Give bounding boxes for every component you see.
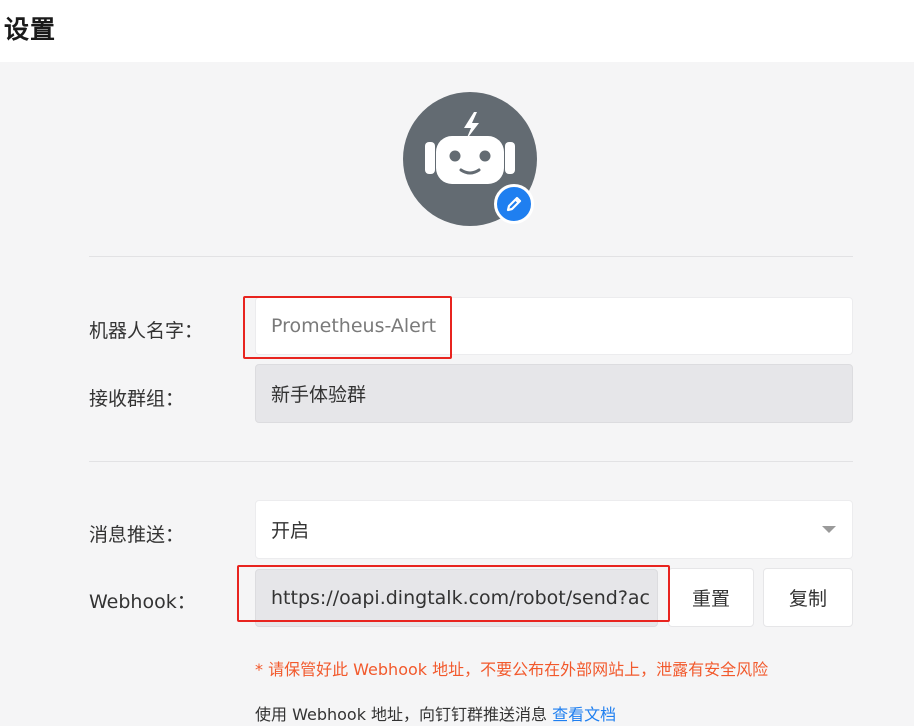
receive-group-value: 新手体验群 [271, 384, 367, 406]
webhook-url-value: https://oapi.dingtalk.com/robot/send?ac [271, 587, 651, 609]
view-docs-link[interactable]: 查看文档 [552, 705, 616, 724]
webhook-label: Webhook： [89, 591, 196, 613]
webhook-hint-text: 使用 Webhook 地址，向钉钉群推送消息 [255, 705, 548, 724]
settings-panel: 机器人名字： 接收群组： 新手体验群 消息推送： 开启 Webhook： htt… [0, 62, 914, 726]
robot-name-input[interactable] [271, 315, 831, 337]
edit-avatar-button[interactable] [494, 184, 534, 224]
page-title: 设置 [4, 15, 57, 44]
reset-webhook-button[interactable]: 重置 [668, 568, 754, 627]
message-push-label: 消息推送： [89, 524, 185, 546]
message-push-select[interactable]: 开启 [255, 500, 853, 559]
message-push-value: 开启 [271, 520, 310, 542]
webhook-url-field[interactable]: https://oapi.dingtalk.com/robot/send?ac [255, 569, 658, 627]
pencil-icon [506, 196, 522, 212]
security-warning: * 请保管好此 Webhook 地址，不要公布在外部网站上，泄露有安全风险 [255, 660, 769, 679]
divider [89, 256, 853, 257]
receive-group-field: 新手体验群 [255, 364, 853, 423]
caret-down-icon [822, 526, 836, 533]
receive-group-label: 接收群组： [89, 388, 185, 410]
page-header: 设置 [0, 0, 914, 62]
divider [89, 461, 853, 462]
copy-webhook-button[interactable]: 复制 [763, 568, 853, 627]
webhook-hint: 使用 Webhook 地址，向钉钉群推送消息 查看文档 [255, 701, 616, 725]
robot-name-field[interactable] [255, 297, 853, 355]
robot-name-label: 机器人名字： [89, 320, 204, 342]
